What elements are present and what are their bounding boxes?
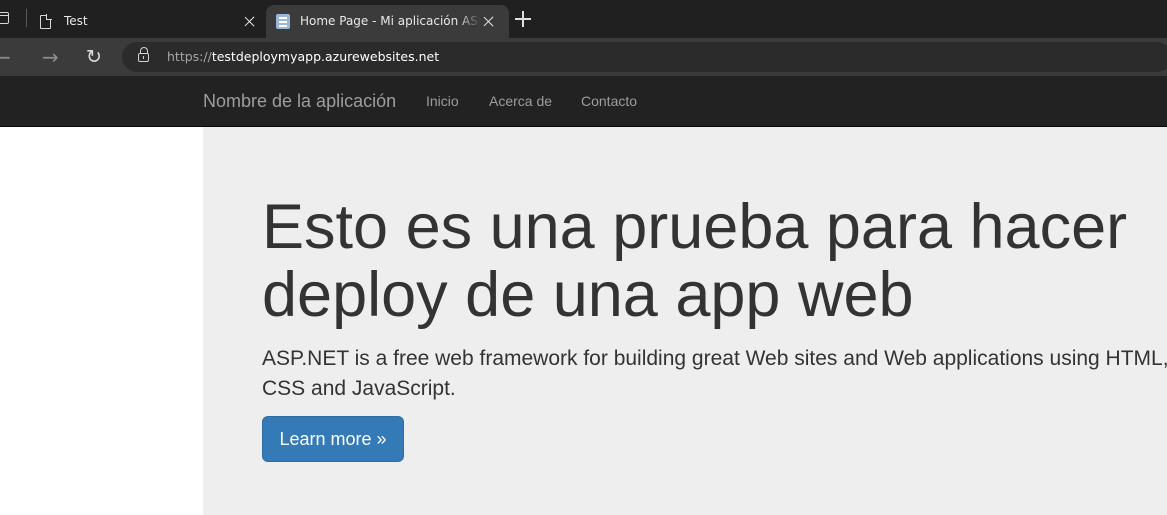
favicon-icon: [276, 14, 290, 29]
nav-link-acerca-de[interactable]: Acerca de: [489, 76, 552, 126]
browser-tab-strip: Test Home Page - Mi aplicación ASP.NET: [0, 0, 1167, 38]
address-bar[interactable]: https://testdeploymyapp.azurewebsites.ne…: [122, 42, 1167, 72]
tab-home-page[interactable]: Home Page - Mi aplicación ASP.NET: [266, 5, 509, 38]
new-tab-icon[interactable]: [515, 11, 531, 27]
url-text[interactable]: https://testdeploymyapp.azurewebsites.ne…: [167, 42, 439, 72]
tab-title: Test: [64, 14, 88, 28]
site-navbar: Nombre de la aplicación Inicio Acerca de…: [0, 76, 1167, 127]
lead-text: ASP.NET is a free web framework for buil…: [262, 347, 1167, 400]
nav-link-contacto[interactable]: Contacto: [581, 76, 637, 126]
back-icon[interactable]: ←: [0, 46, 11, 68]
tab-test[interactable]: Test: [30, 5, 264, 38]
tab-divider: [26, 9, 27, 27]
navbar-brand[interactable]: Nombre de la aplicación: [203, 76, 396, 126]
tab-title: Home Page - Mi aplicación ASP.NET: [300, 14, 480, 28]
refresh-icon[interactable]: ↻: [86, 46, 102, 68]
nav-link-inicio[interactable]: Inicio: [426, 76, 459, 126]
page-icon: [40, 14, 52, 29]
page-title: Esto es una prueba para hacer deploy de …: [262, 192, 1128, 330]
browser-toolbar: ← → ↻ https://testdeploymyapp.azurewebsi…: [0, 38, 1167, 76]
lock-icon[interactable]: [138, 47, 149, 62]
url-host: testdeploymyapp.azurewebsites.net: [211, 49, 440, 64]
close-icon[interactable]: [483, 16, 494, 27]
close-icon[interactable]: [244, 16, 255, 27]
url-scheme: https://: [167, 49, 212, 64]
jumbotron: Esto es una prueba para hacer deploy de …: [203, 127, 1167, 515]
learn-more-button[interactable]: Learn more »: [262, 416, 404, 462]
forward-icon[interactable]: →: [42, 46, 59, 68]
tab-actions-icon[interactable]: [0, 12, 9, 24]
